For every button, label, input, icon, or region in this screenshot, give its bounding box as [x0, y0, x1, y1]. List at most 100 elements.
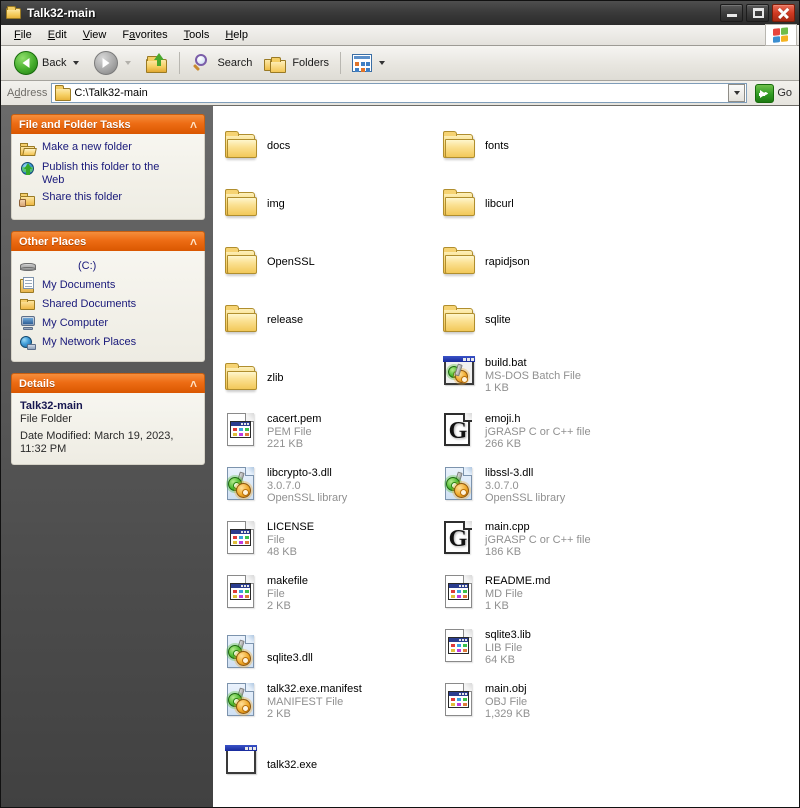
file-item-libcrypto-3-dll[interactable]: libcrypto-3.dll 3.0.7.0 OpenSSL library — [219, 460, 437, 514]
file-icon-wrap — [223, 303, 259, 335]
menu-item-favorites[interactable]: Favorites — [114, 27, 175, 43]
file-item-main-obj[interactable]: main.obj OBJ File 1,329 KB — [437, 676, 655, 730]
file-item-zlib[interactable]: zlib — [219, 348, 437, 406]
file-item-sqlite3-dll[interactable]: sqlite3.dll — [219, 622, 437, 676]
panel-header-other-places[interactable]: Other Places ˄ — [11, 231, 205, 251]
file-item-release[interactable]: release — [219, 290, 437, 348]
up-button[interactable] — [141, 50, 173, 76]
file-name: build.bat — [485, 357, 527, 369]
file-item-openssl[interactable]: OpenSSL — [219, 232, 437, 290]
menu-item-edit[interactable]: Edit — [40, 27, 75, 43]
sidebar-task-share-folder[interactable]: Share this folder — [19, 191, 196, 207]
file-item-license[interactable]: LICENSE File 48 KB — [219, 514, 437, 568]
panel-header-tasks[interactable]: File and Folder Tasks ˄ — [11, 114, 205, 134]
sidebar-place-my-computer[interactable]: My Computer — [20, 315, 196, 331]
chevron-up-icon[interactable]: ˄ — [190, 119, 197, 131]
file-item-readme-md[interactable]: README.md MD File 1 KB — [437, 568, 655, 622]
file-text: main.cpp jGRASP C or C++ file 186 KB — [485, 518, 591, 558]
back-dropdown-icon[interactable] — [73, 61, 80, 65]
sidebar-task-publish-web[interactable]: Publish this folder to the Web — [20, 161, 196, 187]
menu-item-help[interactable]: Help — [217, 27, 256, 43]
panel-body-tasks: Make a new folder Publish this folder to… — [11, 134, 205, 220]
sidebar: File and Folder Tasks ˄ Make a new folde… — [1, 106, 213, 807]
file-item-cacert-pem[interactable]: cacert.pem PEM File 221 KB — [219, 406, 437, 460]
file-item-fonts[interactable]: fonts — [437, 116, 655, 174]
maximize-button[interactable] — [746, 4, 769, 22]
chevron-up-icon[interactable]: ˄ — [190, 378, 197, 390]
generic-file-icon — [443, 574, 475, 610]
back-button[interactable]: Back — [9, 48, 87, 78]
folder-icon — [442, 131, 476, 161]
file-item-docs[interactable]: docs — [219, 116, 437, 174]
dll-file-icon — [225, 682, 257, 718]
generic-file-icon — [225, 574, 257, 610]
forward-button[interactable] — [89, 48, 139, 78]
file-name: emoji.h — [485, 413, 521, 425]
folder-icon — [442, 189, 476, 219]
sidebar-place-shared-documents[interactable]: Shared Documents — [20, 296, 196, 312]
file-name: talk32.exe — [267, 758, 318, 771]
address-input[interactable]: C:\Talk32-main — [51, 83, 748, 103]
menu-bar: File Edit View Favorites Tools Help — [1, 24, 799, 46]
file-item-talk32-exe-manifest[interactable]: talk32.exe.manifest MANIFEST File 2 KB — [219, 676, 437, 730]
folder-icon — [224, 131, 258, 161]
file-text: zlib — [267, 369, 284, 385]
title-bar[interactable]: Talk32-main — [1, 1, 799, 25]
file-item-emoji-h[interactable]: G emoji.h jGRASP C or C++ file 266 KB — [437, 406, 655, 460]
file-size: 64 KB — [485, 654, 515, 666]
sidebar-place-c-drive[interactable]: (C:) — [20, 258, 196, 274]
place-label: Shared Documents — [42, 298, 137, 310]
file-type: MS-DOS Batch File — [485, 370, 581, 382]
file-name: main.obj — [485, 683, 527, 695]
file-size: 1 KB — [485, 600, 509, 612]
folders-button[interactable]: Folders — [259, 50, 334, 76]
file-name: sqlite — [485, 314, 511, 326]
chevron-up-icon[interactable]: ˄ — [190, 236, 197, 248]
dll-file-icon — [225, 634, 257, 670]
panel-title-details: Details — [19, 377, 56, 390]
views-button[interactable] — [347, 51, 393, 75]
file-text: OpenSSL — [267, 253, 315, 269]
file-size: 2 KB — [267, 708, 291, 720]
menu-item-view[interactable]: View — [75, 27, 115, 43]
file-item-rapidjson[interactable]: rapidjson — [437, 232, 655, 290]
file-item-sqlite[interactable]: sqlite — [437, 290, 655, 348]
file-text: sqlite3.lib LIB File 64 KB — [485, 626, 531, 666]
file-item-libcurl[interactable]: libcurl — [437, 174, 655, 232]
file-item-libssl-3-dll[interactable]: libssl-3.dll 3.0.7.0 OpenSSL library — [437, 460, 655, 514]
sidebar-place-my-documents[interactable]: My Documents — [20, 277, 196, 293]
address-value: C:\Talk32-main — [74, 87, 148, 99]
file-version: 3.0.7.0 — [485, 480, 519, 492]
file-icon-wrap — [223, 187, 259, 219]
file-item-sqlite3-lib[interactable]: sqlite3.lib LIB File 64 KB — [437, 622, 655, 676]
search-button[interactable]: Search — [186, 50, 257, 76]
views-dropdown-icon[interactable] — [379, 61, 386, 65]
file-item-makefile[interactable]: makefile File 2 KB — [219, 568, 437, 622]
file-text: talk32.exe.manifest MANIFEST File 2 KB — [267, 680, 362, 720]
file-text: rapidjson — [485, 253, 530, 269]
close-button[interactable] — [772, 4, 795, 22]
file-item-main-cpp[interactable]: G main.cpp jGRASP C or C++ file 186 KB — [437, 514, 655, 568]
file-icon-wrap — [441, 187, 477, 219]
menu-item-file[interactable]: File — [6, 27, 40, 43]
place-label: My Documents — [42, 279, 116, 291]
file-icon-wrap — [223, 743, 259, 775]
go-button[interactable]: Go — [751, 83, 796, 103]
address-dropdown-button[interactable] — [728, 84, 746, 102]
search-icon — [191, 53, 213, 73]
file-item-talk32-exe[interactable]: talk32.exe — [219, 730, 437, 784]
menu-item-tools[interactable]: Tools — [176, 27, 218, 43]
sidebar-place-my-network-places[interactable]: My Network Places — [20, 334, 196, 350]
file-text: release — [267, 311, 303, 327]
file-item-img[interactable]: img — [219, 174, 437, 232]
file-type: jGRASP C or C++ file — [485, 426, 591, 438]
window-folder-icon — [6, 6, 22, 20]
minimize-button[interactable] — [720, 4, 743, 22]
file-type: File — [267, 588, 285, 600]
address-bar: Address C:\Talk32-main Go — [1, 81, 799, 106]
sidebar-task-make-new-folder[interactable]: Make a new folder — [20, 141, 196, 157]
file-item-build-bat[interactable]: build.bat MS-DOS Batch File 1 KB — [437, 348, 655, 402]
file-text: main.obj OBJ File 1,329 KB — [485, 680, 530, 720]
file-list-pane[interactable]: docs fonts img libcurl OpenSSL rapidjson… — [213, 106, 799, 807]
panel-header-details[interactable]: Details ˄ — [11, 373, 205, 393]
